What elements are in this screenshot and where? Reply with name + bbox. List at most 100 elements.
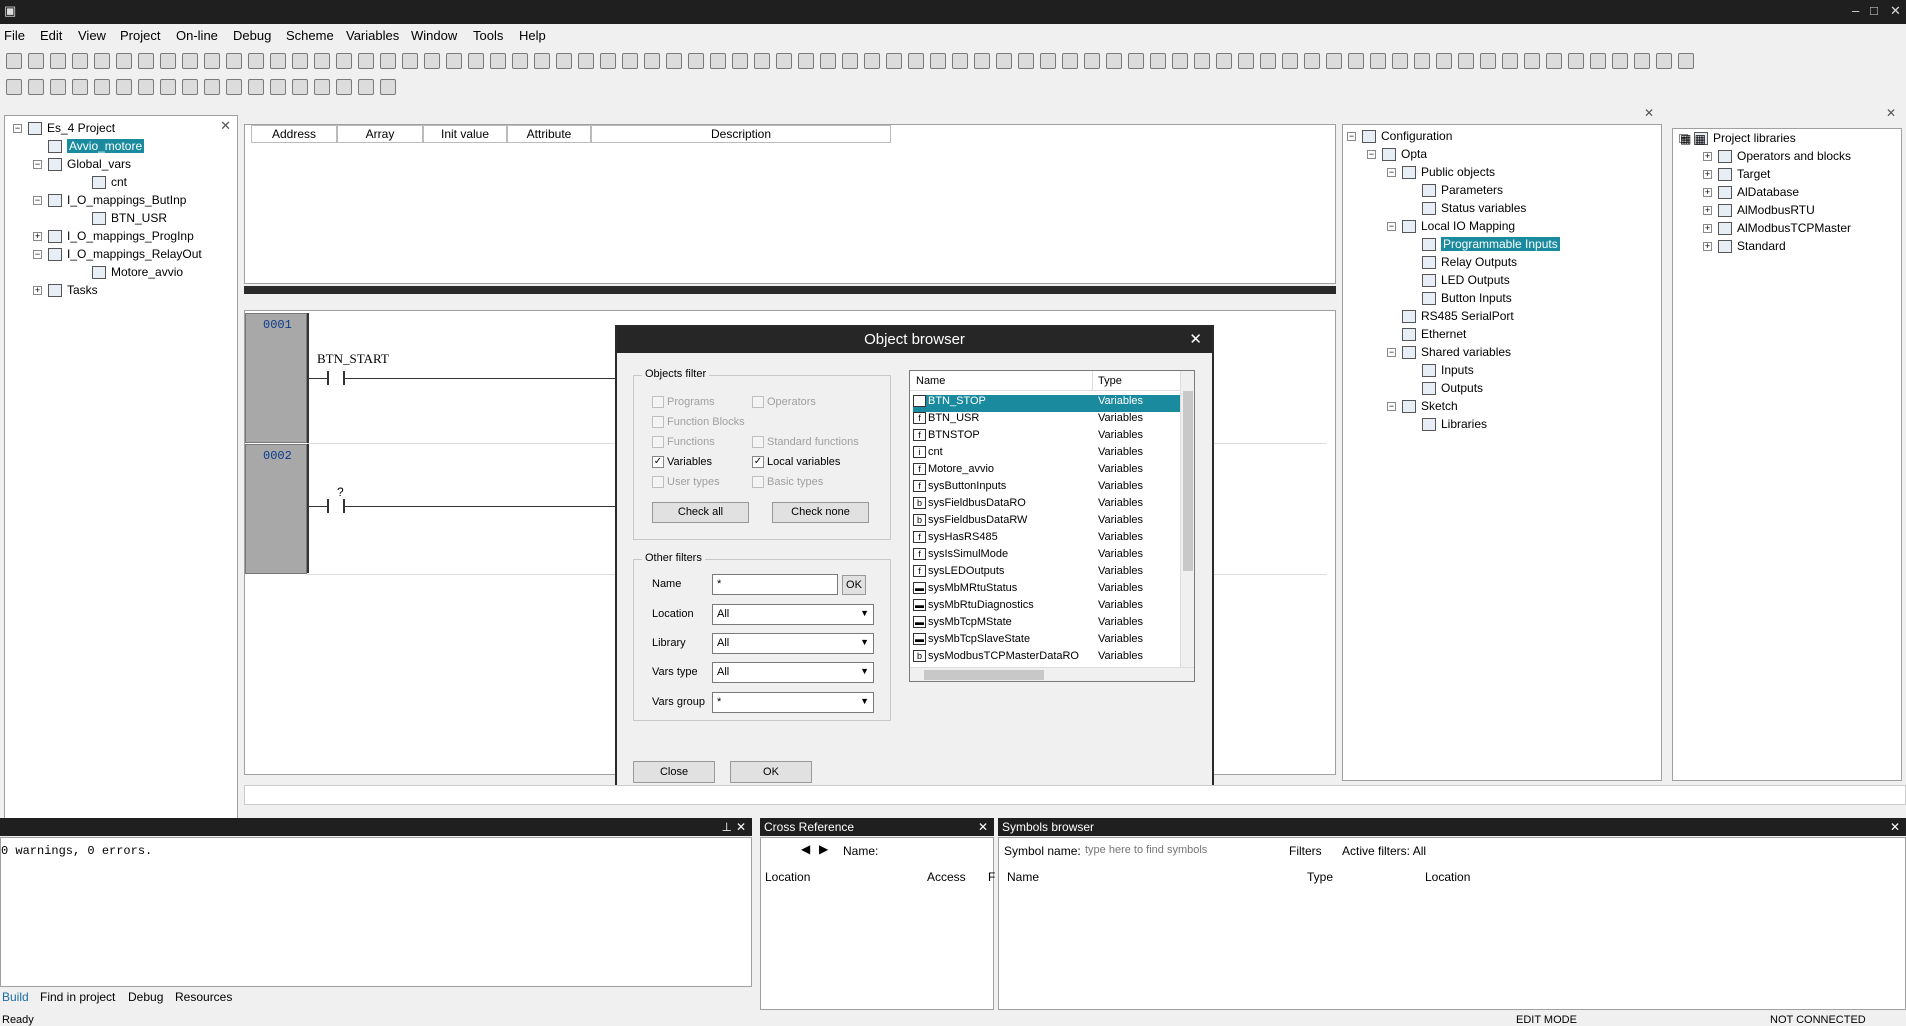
check-all-button[interactable]: Check all [652,502,749,523]
toolbar-button-icon[interactable] [6,79,22,95]
toolbar-button-icon[interactable] [248,53,264,69]
maximize-button[interactable]: □ [1870,3,1878,18]
tab-build[interactable]: Build [2,990,29,1004]
col-attribute[interactable]: Attribute [507,125,591,143]
toolbar-button-icon[interactable] [116,79,132,95]
forward-icon[interactable]: ▶ [819,842,828,856]
filter-checkbox[interactable]: Programs [652,396,715,409]
toolbar-button-icon[interactable] [1304,53,1320,69]
expand-icon[interactable]: − [1387,168,1396,178]
object-list-row[interactable]: i cnt Variables [913,446,1181,463]
expand-icon[interactable]: − [1387,402,1396,412]
tree-item[interactable]: RS485 SerialPort [1387,309,1514,324]
toolbar-button-icon[interactable] [1194,53,1210,69]
library-select[interactable]: All ▼ [712,633,874,654]
menu-debug[interactable]: Debug [233,28,271,43]
close-icon[interactable]: ✕ [978,818,988,836]
tree-item[interactable]: + Target [1703,167,1770,182]
menu-window[interactable]: Window [411,28,457,43]
toolbar-button-icon[interactable] [94,53,110,69]
check-none-button[interactable]: Check none [772,502,869,523]
toolbar-button-icon[interactable] [336,79,352,95]
expand-icon[interactable]: − [13,124,22,134]
horizontal-scrollbar[interactable] [910,667,1194,681]
symbol-search-input[interactable] [1085,840,1285,860]
name-filter-input[interactable]: * [712,574,838,595]
col-array[interactable]: Array [337,125,423,143]
object-list-row[interactable]: b sysModbusTCPMasterDataRO Variables [913,650,1181,667]
toolbar-button-icon[interactable] [182,53,198,69]
tree-item[interactable]: + AlModbusRTU [1703,203,1815,218]
tree-item[interactable]: Programmable Inputs [1407,237,1560,252]
toolbar-button-icon[interactable] [314,53,330,69]
object-list-row[interactable]: f BTN_STOP Variables [913,395,1181,412]
toolbar-button-icon[interactable] [468,53,484,69]
tree-item[interactable]: − Configuration [1347,129,1452,144]
name-filter-ok-button[interactable]: OK [842,575,866,595]
toolbar-button-icon[interactable] [1106,53,1122,69]
tree-item[interactable]: + Standard [1703,239,1786,254]
object-list-row[interactable]: f sysIsSimulMode Variables [913,548,1181,565]
contact-label-empty[interactable]: ? [337,485,344,499]
col-location[interactable]: Location [765,870,810,884]
toolbar-button-icon[interactable] [1282,53,1298,69]
toolbar-button-icon[interactable] [600,53,616,69]
col-description[interactable]: Description [591,125,891,143]
tree-item[interactable]: Inputs [1407,363,1474,378]
object-list-row[interactable]: f BTN_USR Variables [913,412,1181,429]
toolbar-button-icon[interactable] [644,53,660,69]
expand-icon[interactable]: − [1387,348,1396,358]
object-list-row[interactable]: ▬ sysMbRtuDiagnostics Variables [913,599,1181,616]
toolbar-button-icon[interactable] [688,53,704,69]
toolbar-button-icon[interactable] [1590,53,1606,69]
toolbar-button-icon[interactable] [710,53,726,69]
col-name[interactable]: Name [1007,870,1039,884]
vars-type-select[interactable]: All ▼ [712,662,874,683]
toolbar-button-icon[interactable] [622,53,638,69]
expand-icon[interactable]: + [33,286,42,296]
tree-item[interactable]: − Local IO Mapping [1387,219,1515,234]
toolbar-button-icon[interactable] [930,53,946,69]
tree-item[interactable]: + AlModbusTCPMaster [1703,221,1851,236]
toolbar-button-icon[interactable] [974,53,990,69]
tree-item[interactable]: + AlDatabase [1703,185,1799,200]
tree-item[interactable]: − Opta [1367,147,1427,162]
toolbar-button-icon[interactable] [1238,53,1254,69]
menu-file[interactable]: File [4,28,25,43]
toolbar-button-icon[interactable] [512,53,528,69]
object-list-row[interactable]: f sysHasRS485 Variables [913,531,1181,548]
close-panel-icon[interactable]: ✕ [1644,106,1654,120]
filter-checkbox[interactable]: Operators [752,396,816,409]
expand-icon[interactable]: + [1703,170,1712,180]
object-list-row[interactable]: f Motore_avvio Variables [913,463,1181,480]
object-list-row[interactable]: f sysButtonInputs Variables [913,480,1181,497]
col-init-value[interactable]: Init value [423,125,507,143]
toolbar-button-icon[interactable] [754,53,770,69]
filter-checkbox[interactable]: Function Blocks [652,416,745,429]
object-list-row[interactable]: ▬ sysMbMRtuStatus Variables [913,582,1181,599]
toolbar-button-icon[interactable] [380,79,396,95]
toolbar-button-icon[interactable] [292,53,308,69]
contact-empty[interactable] [327,499,345,513]
toolbar-button-icon[interactable] [160,53,176,69]
tab-resources[interactable]: Resources [175,990,232,1004]
toolbar-button-icon[interactable] [1348,53,1364,69]
splitter[interactable] [244,286,1336,294]
toolbar-button-icon[interactable] [908,53,924,69]
tree-item[interactable]: − Global_vars [33,157,131,172]
contact-label-btn-start[interactable]: BTN_START [317,351,389,367]
tree-item[interactable]: + Operators and blocks [1703,149,1851,164]
toolbar-button-icon[interactable] [732,53,748,69]
filter-checkbox[interactable]: Basic types [752,476,823,489]
toolbar-button-icon[interactable] [1128,53,1144,69]
toolbar-button-icon[interactable] [226,79,242,95]
tree-item[interactable]: Parameters [1407,183,1503,198]
toolbar-button-icon[interactable] [72,53,88,69]
menu-help[interactable]: Help [519,28,546,43]
toolbar-button-icon[interactable] [820,53,836,69]
tree-item[interactable]: Status variables [1407,201,1526,216]
tree-item[interactable]: Button Inputs [1407,291,1512,306]
object-list-row[interactable]: b sysFieldbusDataRW Variables [913,514,1181,531]
dialog-close-icon[interactable]: ✕ [1189,327,1202,353]
toolbar-button-icon[interactable] [1546,53,1562,69]
